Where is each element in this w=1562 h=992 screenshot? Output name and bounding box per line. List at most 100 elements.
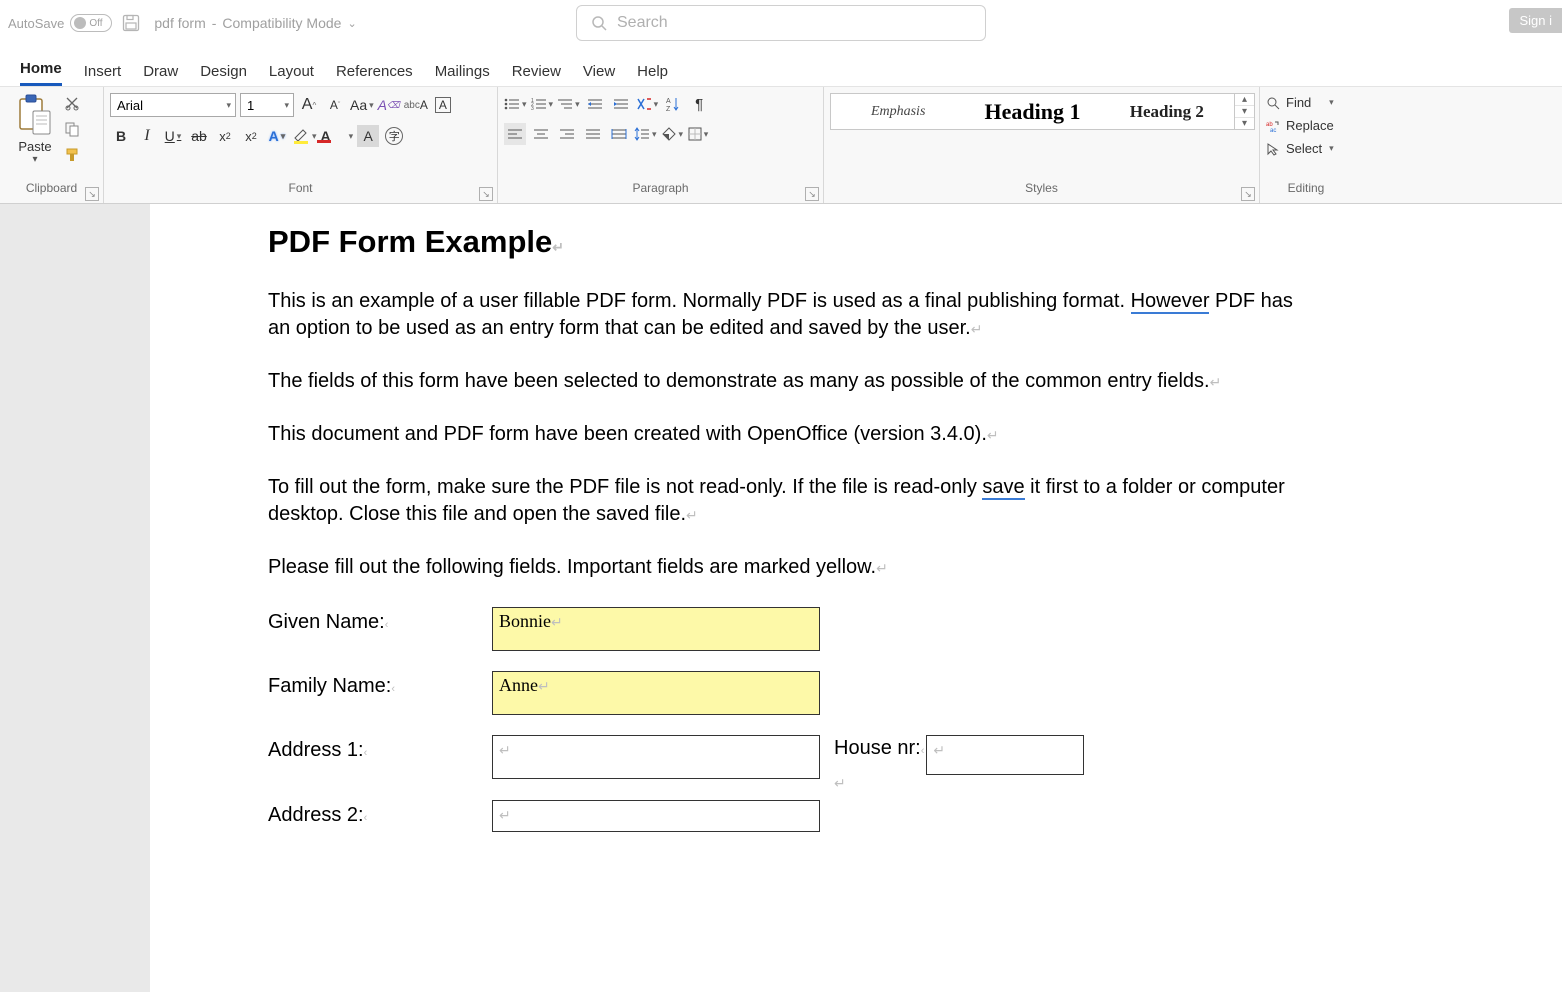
strike-button[interactable]: ab [188,125,210,147]
form-section: Given Name:‹ Bonnie↵ Family Name:‹ Anne↵… [268,607,1502,832]
document-page[interactable]: PDF Form Example↵ This is an example of … [150,204,1562,992]
tab-mailings[interactable]: Mailings [435,63,490,86]
tab-help[interactable]: Help [637,63,668,86]
format-painter-icon[interactable] [64,147,80,163]
autosave-state: Off [89,18,102,29]
text-effects-icon[interactable]: A [266,125,288,147]
styles-gallery: Emphasis Heading 1 Heading 2 ▴ ▾ ▾ [830,93,1255,130]
superscript-button[interactable]: x2 [240,125,262,147]
tab-review[interactable]: Review [512,63,561,86]
align-center-icon[interactable] [530,123,552,145]
doc-paragraph-2: The fields of this form have been select… [268,368,1308,395]
line-spacing-icon[interactable] [634,123,657,145]
toggle-knob-icon [74,17,86,29]
group-label-editing: Editing [1260,181,1352,203]
font-size-value: 1 [247,98,254,113]
sort-icon[interactable]: AZ [662,93,684,115]
save-icon[interactable] [122,14,140,32]
group-editing: Find ▾ abac Replace Select ▾ Editing [1260,87,1352,203]
phonetic-guide-icon[interactable]: abcA [404,94,428,116]
house-nr-field[interactable]: ↵ [926,735,1084,775]
paste-label: Paste [18,139,51,154]
change-case-icon[interactable]: Aa [350,94,374,116]
document-title[interactable]: pdf form - Compatibility Mode ⌄ [154,15,356,31]
tab-layout[interactable]: Layout [269,63,314,86]
font-color-icon[interactable]: A [321,125,354,147]
autosave-control[interactable]: AutoSave Off [8,14,112,32]
underline-button[interactable]: U [162,125,184,147]
clipboard-launcher[interactable]: ↘ [85,187,99,201]
shrink-font-icon[interactable]: Aˇ [324,94,346,116]
borders-icon[interactable] [687,123,709,145]
justify-icon[interactable] [582,123,604,145]
autosave-toggle[interactable]: Off [70,14,112,32]
svg-text:ac: ac [1270,128,1276,133]
family-name-label: Family Name:‹ [268,671,492,698]
signin-button[interactable]: Sign i [1509,8,1562,33]
doc-heading: PDF Form Example↵ [268,224,1502,260]
tab-draw[interactable]: Draw [143,63,178,86]
svg-text:A: A [666,98,671,105]
numbering-icon[interactable]: 123 [531,93,554,115]
increase-indent-icon[interactable] [610,93,632,115]
find-button[interactable]: Find ▾ [1266,95,1334,110]
tab-view[interactable]: View [583,63,615,86]
shading-icon[interactable] [661,123,684,145]
char-border-icon[interactable]: A [432,94,454,116]
highlight-color-icon[interactable] [292,125,317,147]
distributed-icon[interactable] [608,123,630,145]
paste-button[interactable]: Paste ▾ [6,91,64,165]
italic-button[interactable]: I [136,125,158,147]
font-launcher[interactable]: ↘ [479,187,493,201]
grow-font-icon[interactable]: A^ [298,94,320,116]
styles-scroll-down[interactable]: ▾ [1235,106,1254,118]
address2-field[interactable]: ↵ [492,800,820,832]
paragraph-launcher[interactable]: ↘ [805,187,819,201]
select-icon [1266,142,1280,156]
search-input[interactable]: Search [576,5,986,41]
address1-field[interactable]: ↵ [492,735,820,779]
find-icon [1266,96,1280,110]
align-right-icon[interactable] [556,123,578,145]
bold-button[interactable]: B [110,125,132,147]
font-size-combo[interactable]: 1▾ [240,93,294,117]
doc-paragraph-1: This is an example of a user fillable PD… [268,288,1308,342]
show-marks-icon[interactable]: ¶ [688,93,710,115]
bullets-icon[interactable] [504,93,527,115]
svg-text:Z: Z [666,106,671,112]
tab-design[interactable]: Design [200,63,247,86]
multilevel-list-icon[interactable] [557,93,580,115]
align-left-icon[interactable] [504,123,526,145]
style-emphasis[interactable]: Emphasis [831,94,965,129]
styles-expand[interactable]: ▾ [1235,118,1254,129]
group-font: Arial▾ 1▾ A^ Aˇ Aa A⌫ abcA A B I U ab x2… [104,87,498,203]
group-label-paragraph: Paragraph↘ [498,181,823,203]
title-bar: AutoSave Off pdf form - Compatibility Mo… [0,0,1562,46]
enclose-char-icon[interactable]: 字 [383,125,405,147]
decrease-indent-icon[interactable] [584,93,606,115]
asian-layout-icon[interactable] [636,93,659,115]
copy-icon[interactable] [64,121,80,137]
tab-insert[interactable]: Insert [84,63,122,86]
styles-launcher[interactable]: ↘ [1241,187,1255,201]
tab-references[interactable]: References [336,63,413,86]
family-name-field[interactable]: Anne↵ [492,671,820,715]
styles-scroll-up[interactable]: ▴ [1235,94,1254,106]
select-button[interactable]: Select ▾ [1266,141,1334,156]
given-name-field[interactable]: Bonnie↵ [492,607,820,651]
group-clipboard: Paste ▾ Clipboard↘ [0,87,104,203]
clear-formatting-icon[interactable]: A⌫ [378,94,400,116]
subscript-button[interactable]: x2 [214,125,236,147]
font-name-combo[interactable]: Arial▾ [110,93,236,117]
paste-icon [17,93,53,137]
doc-paragraph-4: To fill out the form, make sure the PDF … [268,474,1308,528]
left-gutter [0,204,150,992]
cut-icon[interactable] [64,95,80,111]
style-heading2[interactable]: Heading 2 [1100,94,1234,129]
replace-button[interactable]: abac Replace [1266,118,1334,133]
style-heading1[interactable]: Heading 1 [965,94,1099,129]
svg-text:3: 3 [531,106,534,111]
char-shading-icon[interactable]: A [357,125,379,147]
paste-dropdown-icon[interactable]: ▾ [32,154,37,165]
tab-home[interactable]: Home [20,60,62,86]
